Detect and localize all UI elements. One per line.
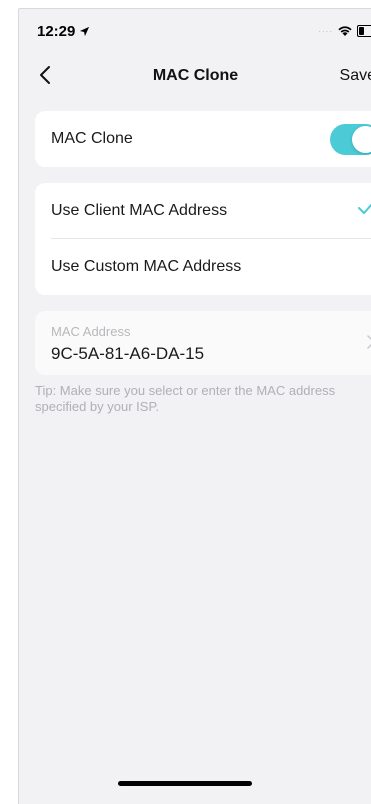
mac-clone-row: MAC Clone [35,111,371,167]
signal-dots-icon: ···· [318,26,333,36]
mac-clone-card: MAC Clone [35,111,371,167]
mac-clone-label: MAC Clone [51,130,133,147]
option-client-mac-label: Use Client MAC Address [51,202,228,219]
mac-address-label: MAC Address [51,324,131,339]
option-client-mac[interactable]: Use Client MAC Address [35,183,371,239]
home-indicator[interactable] [118,781,252,786]
status-indicators: ···· [318,25,371,37]
wifi-icon [338,26,352,36]
mac-clone-toggle[interactable] [330,124,371,155]
status-time-group: 12:29 [37,23,90,40]
battery-icon [357,25,371,37]
tip-text: Tip: Make sure you select or enter the M… [35,383,336,414]
check-icon [358,203,371,214]
page-title: MAC Clone [152,67,239,84]
location-arrow-icon [80,26,90,37]
app-screen: 12:29 ···· MAC Clone Save MAC Clone [18,8,371,804]
toggle-knob [352,126,371,153]
option-custom-mac[interactable]: Use Custom MAC Address [35,239,371,295]
status-bar: 12:29 ···· [19,9,371,49]
mac-address-value: 9C-5A-81-A6-DA-15 [51,344,205,363]
option-custom-mac-label: Use Custom MAC Address [51,258,242,275]
mac-address-field[interactable]: MAC Address 9C-5A-81-A6-DA-15 [35,311,371,375]
status-time: 12:29 [37,23,76,40]
mac-source-options-card: Use Client MAC Address Use Custom MAC Ad… [35,183,371,295]
chevron-right-icon [367,335,371,349]
nav-bar: MAC Clone Save [19,53,371,97]
save-button[interactable]: Save [340,67,371,85]
